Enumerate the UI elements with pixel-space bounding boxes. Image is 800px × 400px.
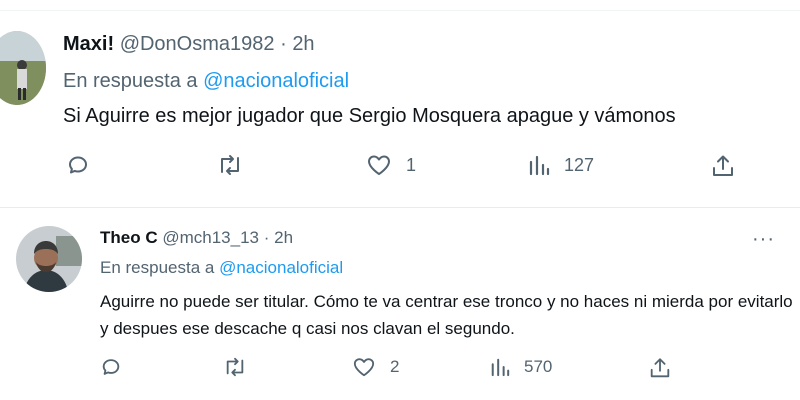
author-handle[interactable]: @mch13_13 <box>162 228 259 247</box>
tweet-text: Si Aguirre es mejor jugador que Sergio M… <box>63 105 676 127</box>
views-icon <box>490 356 510 378</box>
like-count: 1 <box>406 154 417 175</box>
reply-button[interactable] <box>100 356 122 378</box>
reply-prefix: En respuesta a <box>100 258 215 277</box>
like-icon <box>352 356 376 378</box>
timestamp[interactable]: 2h <box>274 228 293 247</box>
header-separator: · <box>280 33 287 55</box>
retweet-button[interactable] <box>222 356 248 378</box>
author-name[interactable]: Maxi! <box>63 33 114 55</box>
retweet-icon <box>222 356 248 378</box>
reply-context: En respuesta a @nacionaloficial <box>63 70 349 93</box>
tweet-header: Theo C @mch13_13 · 2h <box>100 228 293 248</box>
timestamp[interactable]: 2h <box>292 33 314 55</box>
retweet-button[interactable] <box>216 153 244 177</box>
retweet-icon <box>216 153 244 177</box>
views-icon <box>528 153 550 177</box>
share-button[interactable] <box>710 153 736 179</box>
tweet-1[interactable]: Maxi! @DonOsma1982 · 2h En respuesta a @… <box>0 11 800 207</box>
share-icon <box>648 356 672 380</box>
author-name[interactable]: Theo C <box>100 228 158 247</box>
like-button[interactable]: 2 <box>352 356 399 378</box>
views-count: 127 <box>564 154 595 175</box>
reply-context: En respuesta a @nacionaloficial <box>100 258 343 278</box>
like-count: 2 <box>390 357 400 376</box>
like-icon <box>366 153 392 177</box>
share-icon <box>710 153 736 179</box>
views-count: 570 <box>524 357 553 376</box>
avatar[interactable] <box>16 226 82 292</box>
reply-icon <box>66 153 90 177</box>
share-button[interactable] <box>648 356 672 380</box>
tweet-header: Maxi! @DonOsma1982 · 2h <box>63 33 315 56</box>
reply-icon <box>100 356 122 378</box>
reply-prefix: En respuesta a <box>63 70 198 92</box>
reply-mention[interactable]: @nacionaloficial <box>219 258 343 277</box>
tweet-2[interactable]: Theo C @mch13_13 · 2h ··· En respuesta a… <box>0 208 800 400</box>
author-handle[interactable]: @DonOsma1982 <box>120 33 275 55</box>
more-icon[interactable]: ··· <box>752 228 775 251</box>
avatar[interactable] <box>0 31 46 105</box>
reply-button[interactable] <box>66 153 90 177</box>
reply-mention[interactable]: @nacionaloficial <box>203 70 349 92</box>
views-button[interactable]: 570 <box>490 356 552 378</box>
tweet-text: Aguirre no puede ser titular. Cómo te va… <box>100 292 793 338</box>
views-button[interactable]: 127 <box>528 153 594 177</box>
like-button[interactable]: 1 <box>366 153 416 177</box>
header-separator: · <box>263 228 270 247</box>
